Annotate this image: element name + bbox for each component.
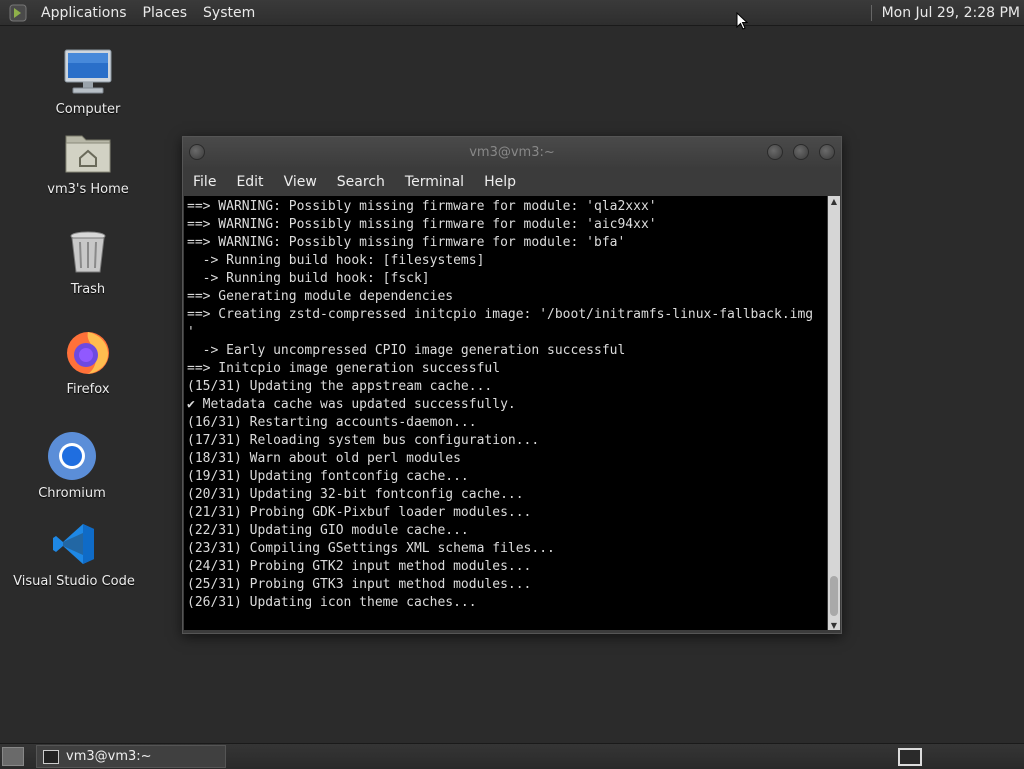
applications-menu[interactable]: Applications	[33, 5, 135, 21]
workspace-switcher[interactable]	[898, 747, 922, 766]
minimize-button[interactable]	[767, 144, 783, 160]
show-desktop-icon[interactable]	[2, 747, 24, 766]
taskbar-terminal-button[interactable]: vm3@vm3:~	[36, 745, 226, 768]
terminal-window[interactable]: vm3@vm3:~ File Edit View Search Terminal…	[182, 136, 842, 634]
menu-help[interactable]: Help	[474, 174, 526, 190]
desktop-icon-chromium[interactable]: Chromium	[17, 430, 127, 501]
close-button[interactable]	[819, 144, 835, 160]
terminal-line: ==> WARNING: Possibly missing firmware f…	[187, 235, 626, 250]
desktop-icon-label: Trash	[70, 282, 106, 297]
bottom-panel: vm3@vm3:~	[0, 743, 1024, 769]
terminal-menubar: File Edit View Search Terminal Help	[183, 167, 841, 196]
computer-icon	[62, 46, 114, 98]
home-folder-icon	[62, 126, 114, 178]
desktop-icon-home[interactable]: vm3's Home	[33, 126, 143, 197]
terminal-line: ==> Initcpio image generation successful	[187, 361, 501, 376]
terminal-line: (23/31) Compiling GSettings XML schema f…	[187, 541, 555, 556]
terminal-scrollbar[interactable]: ▲ ▼	[828, 196, 840, 630]
desktop-icon-computer[interactable]: Computer	[33, 46, 143, 117]
menu-view[interactable]: View	[274, 174, 327, 190]
terminal-line: (18/31) Warn about old perl modules	[187, 451, 461, 466]
menu-file[interactable]: File	[183, 174, 226, 190]
terminal-output[interactable]: ==> WARNING: Possibly missing firmware f…	[184, 196, 827, 630]
trash-icon	[62, 226, 114, 278]
terminal-line: ==> WARNING: Possibly missing firmware f…	[187, 199, 657, 214]
terminal-line: ==> Creating zstd-compressed initcpio im…	[187, 307, 814, 322]
desktop-icon-label: vm3's Home	[47, 182, 129, 197]
terminal-line: (20/31) Updating 32-bit fontconfig cache…	[187, 487, 524, 502]
panel-separator	[870, 4, 872, 21]
terminal-line: '	[187, 325, 195, 340]
scroll-down-arrow-icon[interactable]: ▼	[828, 620, 840, 630]
terminal-icon	[43, 749, 59, 764]
clock[interactable]: Mon Jul 29, 2:28 PM	[882, 5, 1024, 21]
top-panel: Applications Places System Mon Jul 29, 2…	[0, 0, 1024, 26]
scroll-up-arrow-icon[interactable]: ▲	[828, 196, 840, 206]
places-menu[interactable]: Places	[135, 5, 196, 21]
terminal-line: -> Running build hook: [fsck]	[202, 271, 430, 286]
terminal-line: (19/31) Updating fontconfig cache...	[187, 469, 469, 484]
window-title: vm3@vm3:~	[469, 144, 555, 160]
terminal-line: (24/31) Probing GTK2 input method module…	[187, 559, 532, 574]
chromium-icon	[46, 430, 98, 482]
terminal-line: ✔ Metadata cache was updated successfull…	[187, 397, 516, 412]
vscode-icon	[48, 518, 100, 570]
terminal-line: (16/31) Restarting accounts-daemon...	[187, 415, 477, 430]
clock-area: Mon Jul 29, 2:28 PM	[870, 0, 1024, 25]
mouse-pointer-icon	[736, 12, 748, 30]
desktop-icon-vscode[interactable]: Visual Studio Code	[13, 518, 135, 589]
terminal-line: (22/31) Updating GIO module cache...	[187, 523, 469, 538]
menu-edit[interactable]: Edit	[226, 174, 273, 190]
applications-menu-icon[interactable]	[9, 4, 27, 22]
terminal-line: -> Early uncompressed CPIO image generat…	[202, 343, 626, 358]
desktop-icon-trash[interactable]: Trash	[33, 226, 143, 297]
terminal-line: (17/31) Reloading system bus configurati…	[187, 433, 540, 448]
menu-search[interactable]: Search	[327, 174, 395, 190]
maximize-button[interactable]	[793, 144, 809, 160]
terminal-line: (25/31) Probing GTK3 input method module…	[187, 577, 532, 592]
firefox-icon	[62, 326, 114, 378]
window-menu-button[interactable]	[189, 144, 205, 160]
taskbar-task-label: vm3@vm3:~	[66, 749, 152, 764]
desktop-icon-firefox[interactable]: Firefox	[33, 326, 143, 397]
terminal-line: (15/31) Updating the appstream cache...	[187, 379, 493, 394]
terminal-line: ==> Generating module dependencies	[187, 289, 454, 304]
desktop-icon-label: Computer	[55, 102, 121, 117]
scroll-thumb[interactable]	[830, 576, 838, 616]
terminal-line: (26/31) Updating icon theme caches...	[187, 595, 477, 610]
window-titlebar[interactable]: vm3@vm3:~	[183, 137, 841, 167]
terminal-line: -> Running build hook: [filesystems]	[202, 253, 485, 268]
menu-terminal[interactable]: Terminal	[395, 174, 474, 190]
terminal-line: (21/31) Probing GDK-Pixbuf loader module…	[187, 505, 532, 520]
terminal-text: ==> WARNING: Possibly missing firmware f…	[184, 196, 827, 612]
desktop-icon-label: Visual Studio Code	[13, 574, 135, 589]
desktop-icon-label: Chromium	[38, 486, 106, 501]
desktop-icon-label: Firefox	[66, 382, 110, 397]
terminal-line: ==> WARNING: Possibly missing firmware f…	[187, 217, 657, 232]
system-menu[interactable]: System	[195, 5, 263, 21]
